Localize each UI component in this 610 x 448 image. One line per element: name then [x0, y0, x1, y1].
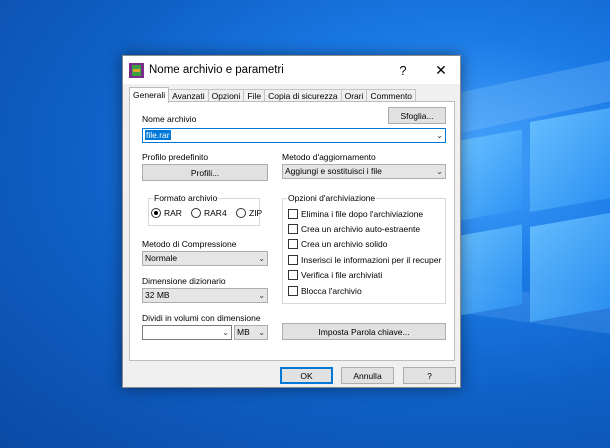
update-method-select[interactable]: Aggiungi e sostituisci i file ⌄	[282, 164, 446, 179]
split-unit-value: MB	[237, 327, 250, 337]
checkbox-icon[interactable]	[288, 239, 298, 249]
archiving-options-group: Opzioni d'archiviazione Elimina i file d…	[282, 193, 446, 304]
ok-button[interactable]: OK	[280, 367, 333, 384]
archive-name-input[interactable]: file.rar ⌄	[142, 128, 446, 143]
radio-rar4-label: RAR4	[204, 208, 227, 218]
close-icon[interactable]: ✕	[424, 56, 458, 84]
chevron-down-icon[interactable]: ⌄	[436, 129, 443, 142]
winrar-icon	[129, 62, 144, 78]
checkbox-label: Verifica i file archiviati	[301, 270, 383, 280]
chevron-down-icon[interactable]: ⌄	[436, 165, 443, 178]
cancel-button[interactable]: Annulla	[341, 367, 394, 384]
checkbox-label: Blocca l'archivio	[301, 286, 362, 296]
compression-method-value: Normale	[145, 253, 178, 263]
split-volumes-label: Dividi in volumi con dimensione	[142, 313, 261, 323]
checkbox-label: Elimina i file dopo l'archiviazione	[301, 209, 424, 219]
checkbox-sfx[interactable]: Crea un archivio auto-estraente	[288, 224, 420, 234]
compression-method-select[interactable]: Normale ⌄	[142, 251, 268, 266]
chevron-down-icon[interactable]: ⌄	[222, 326, 229, 339]
checkbox-verify[interactable]: Verifica i file archiviati	[288, 270, 382, 280]
radio-zip[interactable]: ZIP	[236, 208, 262, 218]
dictionary-size-label: Dimensione dizionario	[142, 276, 226, 286]
checkbox-icon[interactable]	[288, 255, 298, 265]
checkbox-icon[interactable]	[288, 286, 298, 296]
split-unit-select[interactable]: MB ⌄	[234, 325, 268, 340]
checkbox-label: Crea un archivio auto-estraente	[301, 224, 421, 234]
archive-format-title: Formato archivio	[153, 193, 219, 203]
archive-name-value: file.rar	[145, 130, 171, 140]
radio-rar-label: RAR	[164, 208, 182, 218]
dictionary-size-select[interactable]: 32 MB ⌄	[142, 288, 268, 303]
checkbox-solid[interactable]: Crea un archivio solido	[288, 239, 387, 249]
radio-rar4[interactable]: RAR4	[191, 208, 227, 218]
dialog-title: Nome archivio e parametri	[149, 64, 284, 76]
split-volumes-input[interactable]: ⌄	[142, 325, 232, 340]
radio-icon[interactable]	[236, 208, 246, 218]
chevron-down-icon[interactable]: ⌄	[258, 289, 265, 302]
checkbox-label: Crea un archivio solido	[301, 239, 388, 249]
checkbox-label: Inserisci le informazioni per il recuper	[301, 255, 442, 265]
dictionary-size-value: 32 MB	[145, 290, 170, 300]
help-button[interactable]: ?	[403, 367, 456, 384]
general-panel: Nome archivio Sfoglia... file.rar ⌄ Prof…	[129, 101, 455, 361]
archive-dialog: Nome archivio e parametri ? ✕ Generali A…	[122, 55, 461, 388]
archive-format-group: Formato archivio RAR RAR4 ZIP	[148, 193, 262, 226]
checkbox-lock[interactable]: Blocca l'archivio	[288, 286, 362, 296]
checkbox-recovery[interactable]: Inserisci le informazioni per il recuper	[288, 255, 441, 265]
chevron-down-icon[interactable]: ⌄	[258, 252, 265, 265]
archiving-options-title: Opzioni d'archiviazione	[287, 193, 377, 203]
radio-selected-icon[interactable]	[151, 208, 161, 218]
tab-bar: Generali Avanzati Opzioni File Copia di …	[129, 87, 417, 103]
title-bar[interactable]: Nome archivio e parametri ? ✕	[123, 56, 460, 84]
update-method-value: Aggiungi e sostituisci i file	[285, 166, 382, 176]
windows-logo	[460, 95, 610, 365]
checkbox-icon[interactable]	[288, 224, 298, 234]
compression-method-label: Metodo di Compressione	[142, 239, 237, 249]
radio-rar[interactable]: RAR	[151, 208, 182, 218]
default-profile-label: Profilo predefinito	[142, 152, 209, 162]
browse-button[interactable]: Sfoglia...	[388, 107, 446, 124]
set-password-button[interactable]: Imposta Parola chiave...	[282, 323, 446, 340]
chevron-down-icon[interactable]: ⌄	[258, 326, 265, 339]
checkbox-delete-files[interactable]: Elimina i file dopo l'archiviazione	[288, 209, 423, 219]
radio-zip-label: ZIP	[249, 208, 263, 218]
update-method-label: Metodo d'aggiornamento	[282, 152, 376, 162]
profiles-button[interactable]: Profili...	[142, 164, 268, 181]
tab-generali[interactable]: Generali	[129, 87, 170, 103]
help-title-button[interactable]: ?	[386, 56, 420, 84]
checkbox-icon[interactable]	[288, 209, 298, 219]
archive-name-label: Nome archivio	[142, 114, 197, 124]
checkbox-icon[interactable]	[288, 270, 298, 280]
radio-icon[interactable]	[191, 208, 201, 218]
